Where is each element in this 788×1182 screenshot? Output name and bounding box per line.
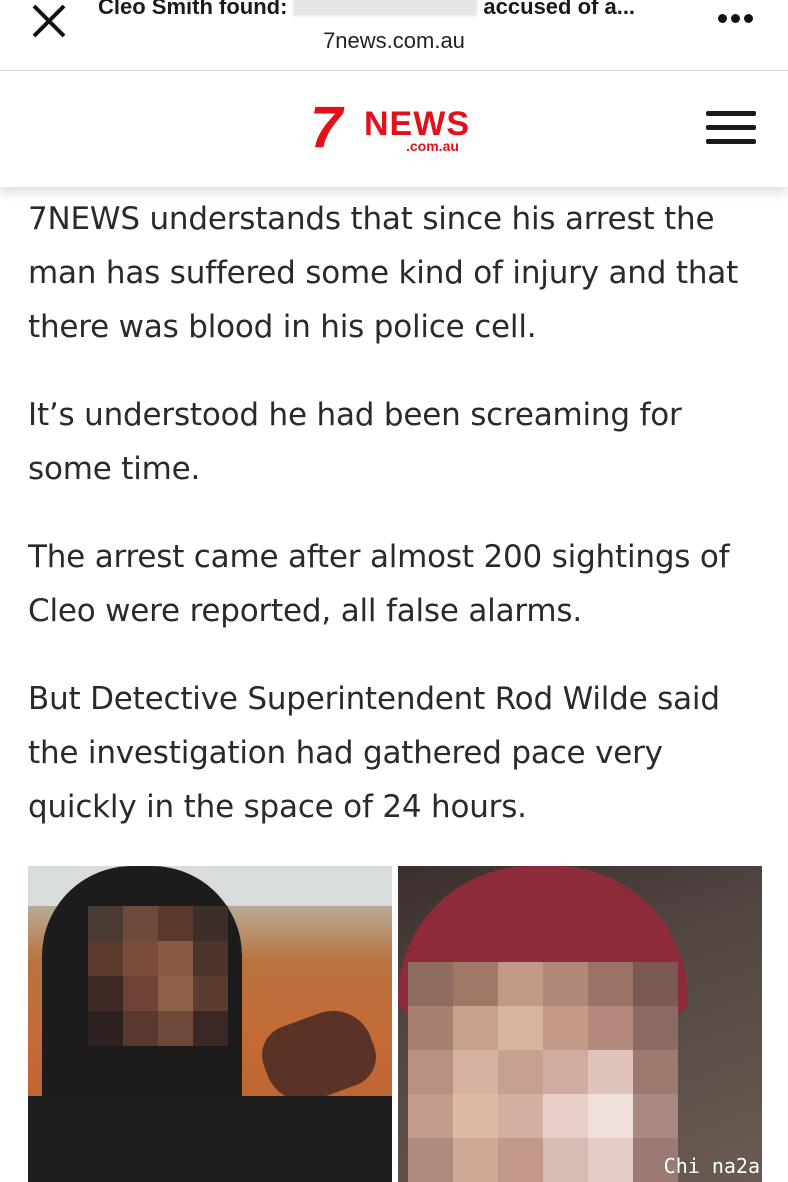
page-title: Cleo Smith found: accused of a...	[98, 0, 688, 20]
pixelated-face	[88, 906, 228, 1046]
article-paragraph: 7NEWS understands that since his arrest …	[28, 201, 739, 345]
article-photo-left[interactable]	[28, 866, 392, 1182]
browser-toolbar: Cleo Smith found: accused of a... 7news.c…	[0, 0, 788, 71]
article-paragraph: It’s understood he had been screaming fo…	[28, 397, 682, 487]
url-text: 7news.com.au	[323, 28, 465, 53]
page-title-end: accused of a...	[483, 0, 636, 19]
pixelated-face	[408, 962, 678, 1182]
article-photo-right[interactable]: Chi na2a	[398, 866, 762, 1182]
logo-news: NEWS	[364, 105, 470, 143]
article-body: 7NEWS understands that since his arrest …	[28, 192, 763, 868]
article-paragraph: The arrest came after almost 200 sightin…	[28, 539, 730, 629]
photo-jacket	[28, 1096, 392, 1182]
page-title-start: Cleo Smith found:	[98, 0, 288, 19]
7news-logo[interactable]: 7 NEWS .com.au	[310, 95, 486, 160]
logo-domain: .com.au	[406, 138, 459, 154]
site-header: 7 NEWS .com.au	[0, 71, 788, 187]
redacted-name	[293, 0, 478, 16]
article-paragraph: But Detective Superintendent Rod Wilde s…	[28, 681, 720, 825]
logo-seven: 7	[310, 95, 343, 160]
watermark: Chi na2a	[663, 1154, 760, 1178]
hamburger-menu-icon[interactable]	[706, 111, 758, 149]
more-options-icon[interactable]	[718, 10, 766, 34]
